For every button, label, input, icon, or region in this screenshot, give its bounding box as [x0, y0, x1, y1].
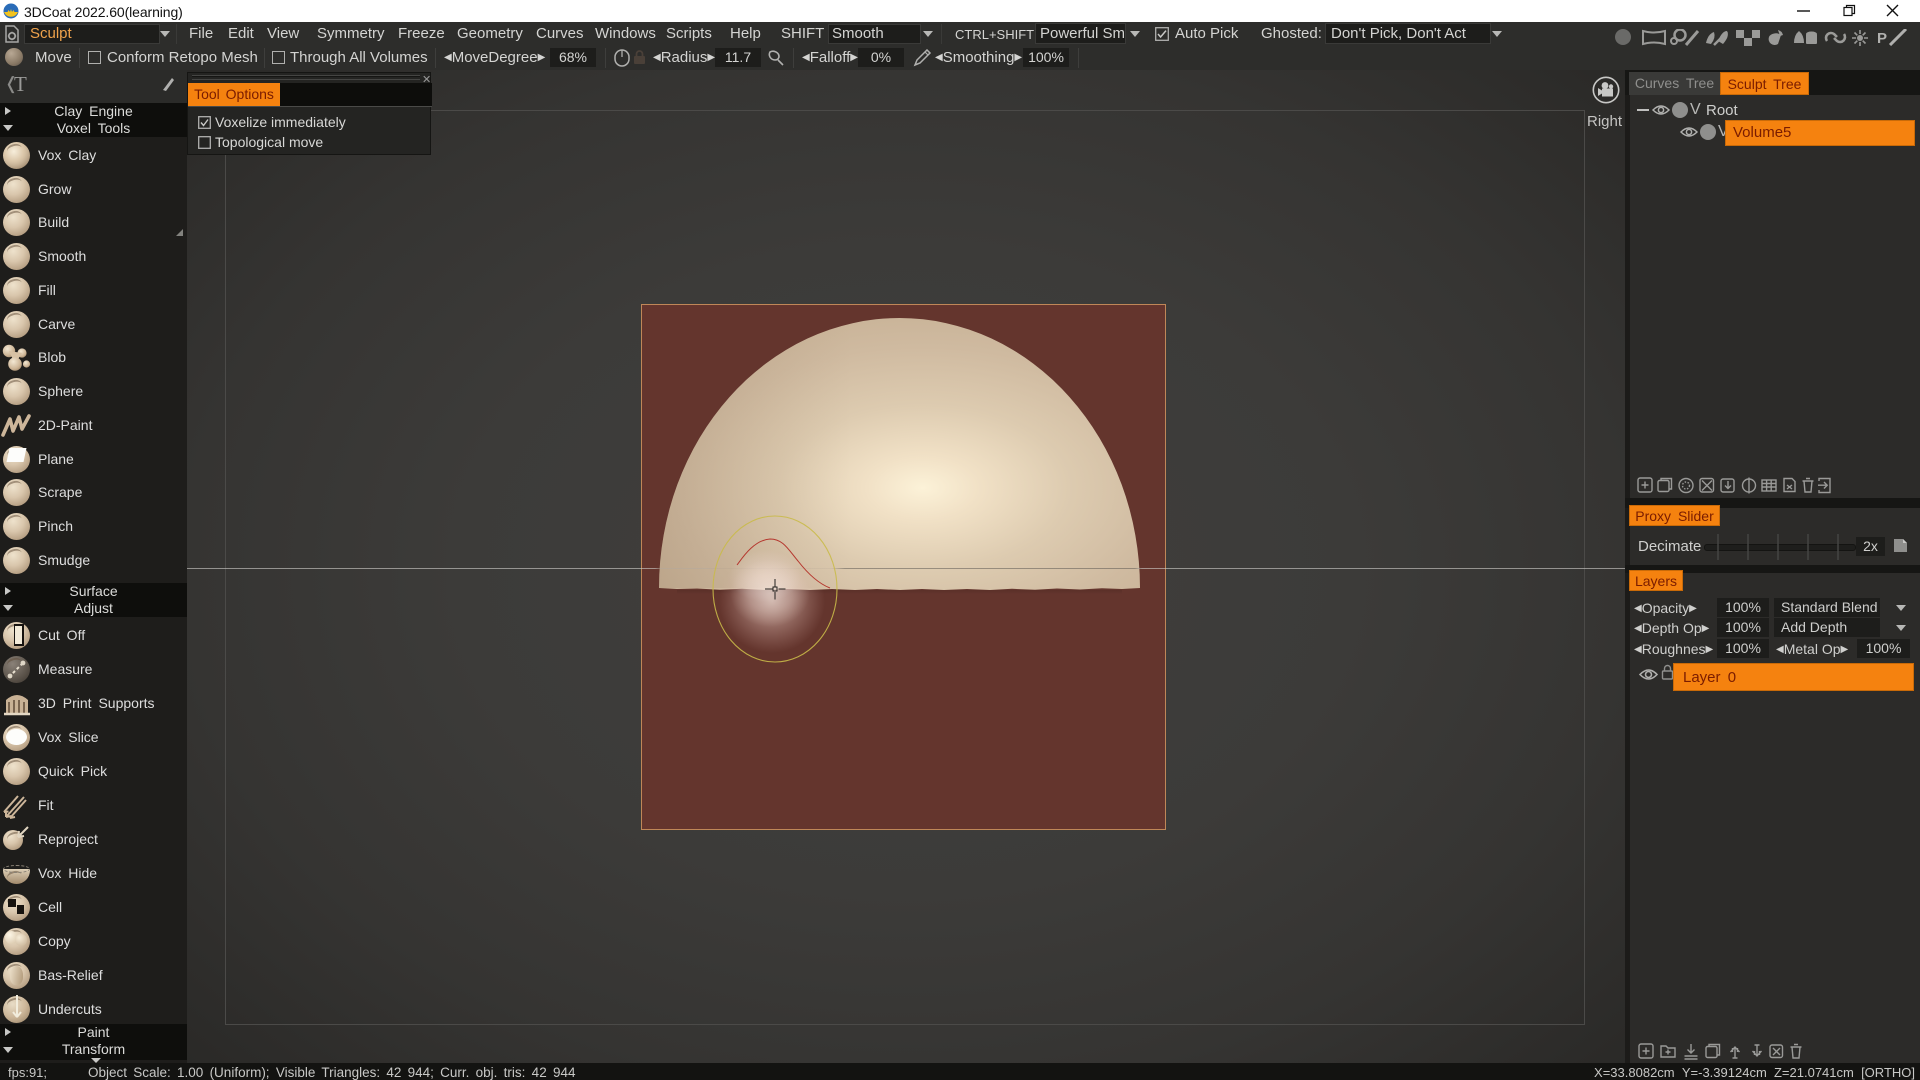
svg-text:P: P: [1877, 30, 1887, 46]
